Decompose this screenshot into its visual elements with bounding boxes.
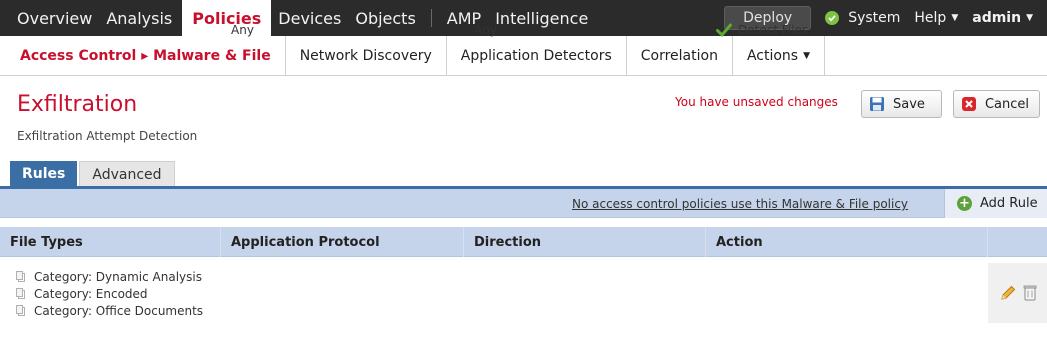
column-header-controls xyxy=(988,227,1047,257)
system-menu[interactable]: System xyxy=(848,10,900,26)
add-plus-icon: + xyxy=(957,196,972,211)
nav-policies[interactable]: Policies xyxy=(182,0,272,36)
rules-table-header: File Types Application Protocol Directio… xyxy=(0,227,1047,257)
user-label: admin xyxy=(972,10,1022,26)
add-rule-label: Add Rule xyxy=(980,196,1038,211)
file-types-cell: Category: Dynamic Analysis Category: Enc… xyxy=(16,268,203,319)
file-type-item: Category: Office Documents xyxy=(16,302,203,319)
page-title: Exfiltration xyxy=(17,92,138,117)
nav-intelligence[interactable]: Intelligence xyxy=(488,0,595,36)
save-button[interactable]: Save xyxy=(861,90,942,118)
subnav-network-discovery[interactable]: Network Discovery xyxy=(286,36,447,75)
file-type-label: Category: Dynamic Analysis xyxy=(34,269,202,284)
cancel-button[interactable]: Cancel xyxy=(953,90,1040,118)
column-header-direction[interactable]: Direction xyxy=(464,227,706,257)
column-header-application-protocol[interactable]: Application Protocol xyxy=(221,227,464,257)
policy-info-bar: No access control policies use this Malw… xyxy=(0,189,1047,218)
nav-objects[interactable]: Objects xyxy=(348,0,422,36)
protocol-cell: Any xyxy=(231,23,254,37)
file-type-label: Category: Encoded xyxy=(34,286,148,301)
chevron-down-icon: ▼ xyxy=(951,13,959,23)
add-rule-button[interactable]: + Add Rule xyxy=(944,189,1047,218)
file-type-item: Category: Dynamic Analysis xyxy=(16,268,203,285)
nav-divider xyxy=(430,9,432,27)
page-description: Exfiltration Attempt Detection xyxy=(17,129,198,143)
action-label: Detect Files xyxy=(738,23,809,37)
action-cell: Detect Files xyxy=(716,0,808,60)
sub-navigation: Access Control ▸ Malware & File Network … xyxy=(0,36,1047,76)
row-controls xyxy=(988,263,1047,323)
save-disk-icon xyxy=(868,95,886,113)
document-icon xyxy=(16,270,25,282)
document-icon xyxy=(16,287,25,299)
tab-advanced[interactable]: Advanced xyxy=(79,161,175,187)
top-navigation: Overview Analysis Policies Devices Objec… xyxy=(0,0,1047,36)
file-type-label: Category: Office Documents xyxy=(34,303,204,318)
cancel-label: Cancel xyxy=(984,96,1029,112)
access-policies-link[interactable]: No access control policies use this Malw… xyxy=(572,197,908,211)
top-nav-menu: Overview Analysis Policies Devices Objec… xyxy=(0,0,595,36)
cancel-x-icon xyxy=(960,95,978,113)
save-label: Save xyxy=(893,96,925,112)
policy-tabs: Rules Advanced xyxy=(10,161,175,187)
help-menu[interactable]: Help ▼ xyxy=(914,10,958,26)
green-check-icon xyxy=(716,23,732,37)
file-type-item: Category: Encoded xyxy=(16,285,203,302)
document-icon xyxy=(16,304,25,316)
column-header-action[interactable]: Action xyxy=(706,227,988,257)
pencil-icon[interactable] xyxy=(999,284,1017,302)
help-label: Help xyxy=(914,10,947,26)
column-header-file-types[interactable]: File Types xyxy=(0,227,221,257)
tab-rules[interactable]: Rules xyxy=(10,161,78,187)
chevron-down-icon: ▼ xyxy=(1026,13,1033,23)
nav-analysis[interactable]: Analysis xyxy=(99,0,179,36)
nav-devices[interactable]: Devices xyxy=(271,0,348,36)
trash-icon[interactable] xyxy=(1023,284,1037,302)
direction-cell: Any xyxy=(474,23,497,37)
unsaved-changes-warning: You have unsaved changes xyxy=(675,95,838,109)
nav-overview[interactable]: Overview xyxy=(10,0,99,36)
check-circle-icon xyxy=(825,11,840,25)
user-menu[interactable]: admin ▼ xyxy=(972,10,1033,26)
